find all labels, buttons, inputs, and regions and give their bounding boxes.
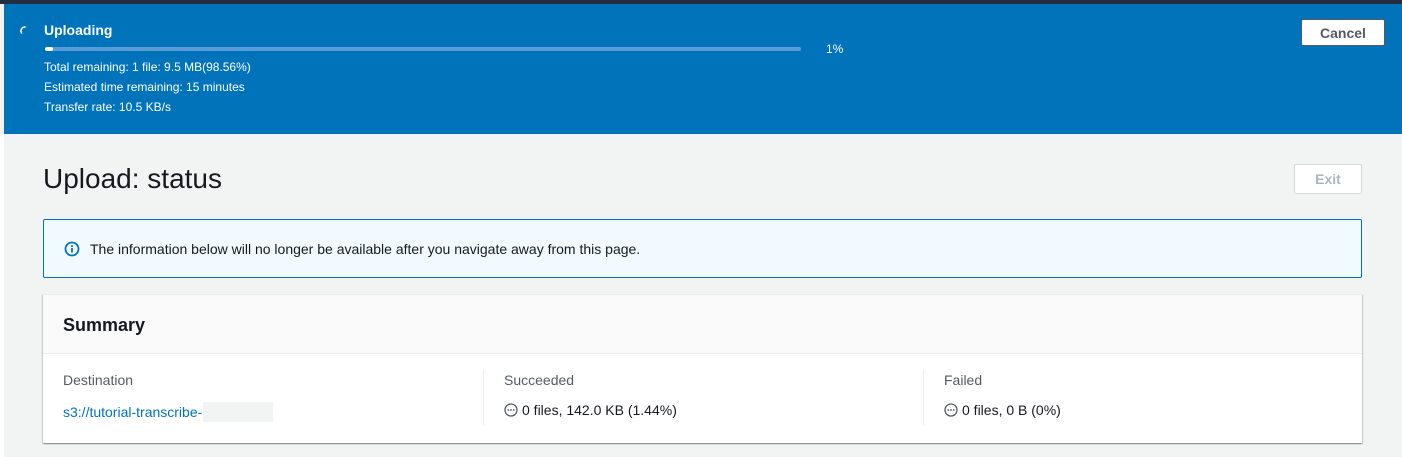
- failed-value: 0 files, 0 B (0%): [944, 402, 1061, 418]
- succeeded-value: 0 files, 142.0 KB (1.44%): [504, 402, 677, 418]
- succeeded-label: Succeeded: [504, 372, 575, 388]
- failed-column: Failed 0 files, 0 B (0%): [944, 354, 1344, 444]
- failed-text: 0 files, 0 B (0%): [962, 402, 1061, 418]
- cancel-upload-button[interactable]: Cancel: [1301, 19, 1385, 46]
- left-edge: [0, 134, 4, 457]
- failed-label: Failed: [944, 372, 983, 388]
- upload-flashbar: Uploading 1% Total remaining: 1 file: 9.…: [4, 4, 1402, 134]
- estimated-time-text: Estimated time remaining: 15 minutes: [44, 80, 245, 94]
- summary-header: Summary: [43, 295, 1362, 354]
- flashbar-title: Uploading: [44, 22, 113, 38]
- destination-label: Destination: [63, 372, 134, 388]
- total-remaining-text: Total remaining: 1 file: 9.5 MB(98.56%): [44, 60, 251, 74]
- succeeded-column: Succeeded 0 files, 142.0 KB (1.44%): [504, 354, 924, 444]
- loading-spinner-icon: [20, 26, 26, 34]
- page-title: Upload: status: [43, 163, 222, 194]
- summary-title: Summary: [63, 315, 146, 335]
- upload-progress-bar: [45, 47, 801, 51]
- succeeded-text: 0 files, 142.0 KB (1.44%): [522, 402, 677, 418]
- upload-progress-fill: [45, 47, 53, 51]
- summary-panel: Summary Destination s3://tutorial-transc…: [43, 294, 1362, 443]
- column-divider: [483, 370, 484, 425]
- upload-progress-percent: 1%: [826, 42, 844, 56]
- destination-value: s3://tutorial-transcribe-: [63, 402, 274, 422]
- destination-link[interactable]: s3://tutorial-transcribe-: [63, 404, 202, 420]
- pending-icon: [944, 403, 958, 417]
- column-divider: [923, 370, 924, 425]
- destination-column: Destination s3://tutorial-transcribe-: [63, 354, 483, 444]
- pending-icon: [504, 403, 518, 417]
- info-alert-text: The information below will no longer be …: [90, 241, 641, 257]
- info-icon: [64, 241, 80, 257]
- transfer-rate-text: Transfer rate: 10.5 KB/s: [44, 100, 171, 114]
- exit-button[interactable]: Exit: [1294, 164, 1362, 194]
- redacted-bucket-suffix: [203, 402, 274, 422]
- info-alert: The information below will no longer be …: [43, 219, 1362, 278]
